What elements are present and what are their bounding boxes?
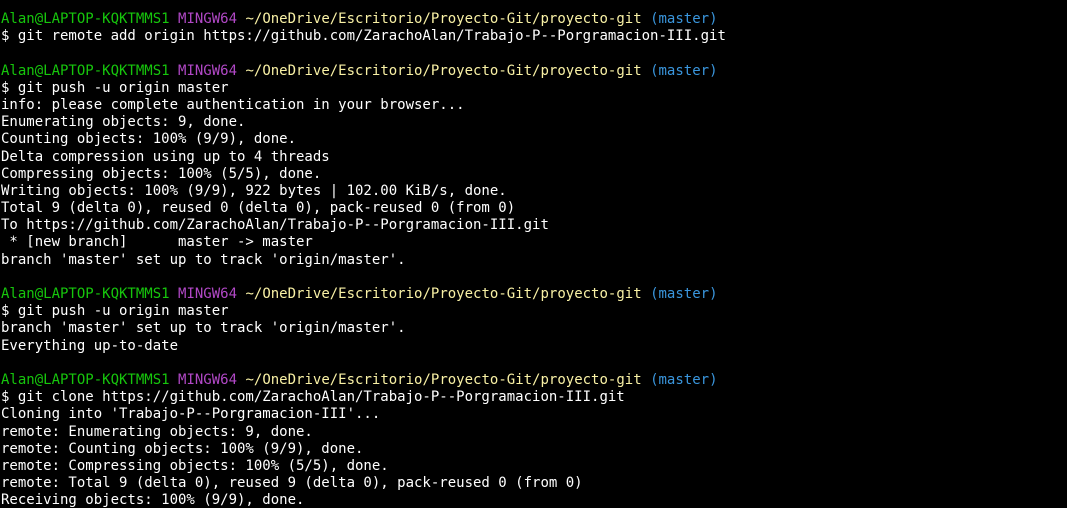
prompt-system: MINGW64 xyxy=(178,11,238,27)
prompt-path: ~/OneDrive/Escritorio/Proyecto-Git/proye… xyxy=(245,286,642,302)
prompt-system: MINGW64 xyxy=(178,371,238,388)
prompt-line: Alan@LAPTOP-KQKTMMS1 MINGW64 ~/OneDrive/… xyxy=(1,11,1067,28)
prompt-user: Alan@LAPTOP-KQKTMMS1 xyxy=(1,11,170,27)
output-line: info: please complete authentication in … xyxy=(1,96,465,113)
output-line: Everything up-to-date xyxy=(1,337,179,354)
prompt-line: Alan@LAPTOP-KQKTMMS1 MINGW64 ~/OneDrive/… xyxy=(1,372,1067,389)
prompt-user: Alan@LAPTOP-KQKTMMS1 xyxy=(1,62,170,79)
prompt-user: Alan@LAPTOP-KQKTMMS1 xyxy=(1,286,170,302)
prompt-user: Alan@LAPTOP-KQKTMMS1 xyxy=(1,371,170,388)
prompt-line: Alan@LAPTOP-KQKTMMS1 MINGW64 ~/OneDrive/… xyxy=(1,63,1067,80)
prompt-system: MINGW64 xyxy=(178,286,238,302)
command-line: $ git remote add origin https://github.c… xyxy=(1,28,726,45)
output-line: To https://github.com/ZarachoAlan/Trabaj… xyxy=(1,217,549,234)
terminal-window[interactable]: Alan@LAPTOP-KQKTMMS1 MINGW64 ~/OneDrive/… xyxy=(0,0,1067,508)
output-line: Delta compression using up to 4 threads xyxy=(1,148,330,165)
output-line: branch 'master' set up to track 'origin/… xyxy=(1,251,406,268)
prompt-system: MINGW64 xyxy=(178,62,238,79)
output-line: remote: Counting objects: 100% (9/9), do… xyxy=(1,440,364,457)
prompt-branch: (master) xyxy=(650,62,718,79)
command-line: $ git clone https://github.com/ZarachoAl… xyxy=(1,389,625,406)
prompt-line: Alan@LAPTOP-KQKTMMS1 MINGW64 ~/OneDrive/… xyxy=(1,286,1067,303)
command-line: $ git push -u origin master xyxy=(1,303,229,320)
output-line: Counting objects: 100% (9/9), done. xyxy=(1,131,297,148)
output-line: branch 'master' set up to track 'origin/… xyxy=(1,320,406,337)
prompt-path: ~/OneDrive/Escritorio/Proyecto-Git/proye… xyxy=(245,11,642,27)
output-line: remote: Total 9 (delta 0), reused 9 (del… xyxy=(1,475,583,492)
output-line: Total 9 (delta 0), reused 0 (delta 0), p… xyxy=(1,200,516,217)
prompt-path: ~/OneDrive/Escritorio/Proyecto-Git/proye… xyxy=(245,62,642,79)
output-line: Compressing objects: 100% (5/5), done. xyxy=(1,165,322,182)
prompt-path: ~/OneDrive/Escritorio/Proyecto-Git/proye… xyxy=(245,371,642,388)
prompt-branch: (master) xyxy=(650,11,718,27)
output-line: Writing objects: 100% (9/9), 922 bytes |… xyxy=(1,182,507,199)
prompt-branch: (master) xyxy=(650,371,718,388)
output-line: Cloning into 'Trabajo-P--Porgramacion-II… xyxy=(1,406,381,423)
output-line: Receiving objects: 100% (9/9), done. xyxy=(1,492,305,508)
output-line: Enumerating objects: 9, done. xyxy=(1,114,246,131)
output-line: remote: Enumerating objects: 9, done. xyxy=(1,423,313,440)
output-line: remote: Compressing objects: 100% (5/5),… xyxy=(1,457,389,474)
output-line: * [new branch] master -> master xyxy=(1,234,313,251)
prompt-branch: (master) xyxy=(650,286,718,302)
command-line: $ git push -u origin master xyxy=(1,79,229,96)
